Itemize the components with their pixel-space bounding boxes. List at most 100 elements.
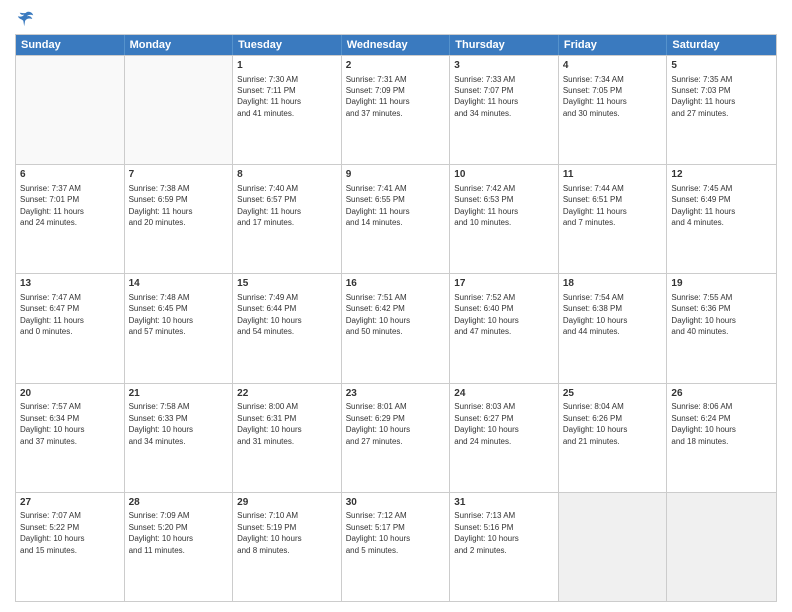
calendar-cell-3-4: 16 Sunrise: 7:51 AM Sunset: 6:42 PM Dayli… (342, 274, 451, 382)
calendar-header-saturday: Saturday (667, 35, 776, 55)
calendar-cell-1-4: 2 Sunrise: 7:31 AM Sunset: 7:09 PM Daylig… (342, 56, 451, 164)
day-info: Sunrise: 7:57 AM Sunset: 6:34 PM Dayligh… (20, 402, 84, 445)
day-info: Sunrise: 8:00 AM Sunset: 6:31 PM Dayligh… (237, 402, 301, 445)
calendar-cell-2-1: 6 Sunrise: 7:37 AM Sunset: 7:01 PM Daylig… (16, 165, 125, 273)
calendar-week-5: 27Sunrise: 7:07 AM Sunset: 5:22 PM Dayli… (16, 492, 776, 601)
calendar-cell-2-4: 9Sunrise: 7:41 AM Sunset: 6:55 PM Daylig… (342, 165, 451, 273)
day-number: 7 (129, 168, 229, 182)
day-info: Sunrise: 7:12 AM Sunset: 5:17 PM Dayligh… (346, 511, 410, 554)
day-number: 29 (237, 496, 337, 510)
calendar-cell-4-2: 21Sunrise: 7:58 AM Sunset: 6:33 PM Dayli… (125, 384, 234, 492)
calendar-cell-5-6 (559, 493, 668, 601)
day-info: Sunrise: 7:49 AM Sunset: 6:44 PM Dayligh… (237, 293, 301, 336)
day-info: Sunrise: 7:45 AM Sunset: 6:49 PM Dayligh… (671, 184, 735, 227)
day-info: Sunrise: 7:42 AM Sunset: 6:53 PM Dayligh… (454, 184, 518, 227)
day-number: 31 (454, 496, 554, 510)
calendar-cell-3-1: 13 Sunrise: 7:47 AM Sunset: 6:47 PM Dayli… (16, 274, 125, 382)
calendar-cell-4-1: 20Sunrise: 7:57 AM Sunset: 6:34 PM Dayli… (16, 384, 125, 492)
calendar-header-sunday: Sunday (16, 35, 125, 55)
calendar-cell-4-5: 24Sunrise: 8:03 AM Sunset: 6:27 PM Dayli… (450, 384, 559, 492)
day-number: 21 (129, 387, 229, 401)
day-number: 16 (346, 277, 446, 291)
day-info: Sunrise: 7:37 AM Sunset: 7:01 PM Dayligh… (20, 184, 84, 227)
day-info: Sunrise: 8:06 AM Sunset: 6:24 PM Dayligh… (671, 402, 735, 445)
calendar-cell-5-3: 29Sunrise: 7:10 AM Sunset: 5:19 PM Dayli… (233, 493, 342, 601)
calendar-body: 1 Sunrise: 7:30 AM Sunset: 7:11 PM Daylig… (16, 55, 776, 601)
day-info: Sunrise: 7:07 AM Sunset: 5:22 PM Dayligh… (20, 511, 84, 554)
day-info: Sunrise: 7:44 AM Sunset: 6:51 PM Dayligh… (563, 184, 627, 227)
day-number: 11 (563, 168, 663, 182)
day-number: 1 (237, 59, 337, 73)
logo (15, 10, 35, 28)
calendar-cell-3-3: 15 Sunrise: 7:49 AM Sunset: 6:44 PM Dayli… (233, 274, 342, 382)
day-info: Sunrise: 7:09 AM Sunset: 5:20 PM Dayligh… (129, 511, 193, 554)
day-number: 26 (671, 387, 772, 401)
day-number: 2 (346, 59, 446, 73)
logo-bird-icon (17, 10, 35, 28)
day-info: Sunrise: 7:13 AM Sunset: 5:16 PM Dayligh… (454, 511, 518, 554)
day-info: Sunrise: 7:40 AM Sunset: 6:57 PM Dayligh… (237, 184, 301, 227)
day-number: 9 (346, 168, 446, 182)
header (15, 10, 777, 28)
calendar-header-friday: Friday (559, 35, 668, 55)
calendar-cell-5-5: 31Sunrise: 7:13 AM Sunset: 5:16 PM Dayli… (450, 493, 559, 601)
calendar-cell-5-2: 28Sunrise: 7:09 AM Sunset: 5:20 PM Dayli… (125, 493, 234, 601)
calendar-week-1: 1 Sunrise: 7:30 AM Sunset: 7:11 PM Daylig… (16, 55, 776, 164)
day-info: Sunrise: 8:04 AM Sunset: 6:26 PM Dayligh… (563, 402, 627, 445)
calendar-cell-2-2: 7 Sunrise: 7:38 AM Sunset: 6:59 PM Daylig… (125, 165, 234, 273)
day-number: 22 (237, 387, 337, 401)
day-info: Sunrise: 7:34 AM Sunset: 7:05 PM Dayligh… (563, 75, 627, 118)
calendar-cell-5-1: 27Sunrise: 7:07 AM Sunset: 5:22 PM Dayli… (16, 493, 125, 601)
day-number: 13 (20, 277, 120, 291)
calendar-page: SundayMondayTuesdayWednesdayThursdayFrid… (0, 0, 792, 612)
day-number: 20 (20, 387, 120, 401)
day-number: 5 (671, 59, 772, 73)
day-number: 17 (454, 277, 554, 291)
day-info: Sunrise: 7:33 AM Sunset: 7:07 PM Dayligh… (454, 75, 518, 118)
calendar-cell-4-3: 22Sunrise: 8:00 AM Sunset: 6:31 PM Dayli… (233, 384, 342, 492)
calendar-cell-5-7 (667, 493, 776, 601)
day-number: 19 (671, 277, 772, 291)
day-info: Sunrise: 7:54 AM Sunset: 6:38 PM Dayligh… (563, 293, 627, 336)
day-number: 15 (237, 277, 337, 291)
calendar-week-4: 20Sunrise: 7:57 AM Sunset: 6:34 PM Dayli… (16, 383, 776, 492)
calendar-header-monday: Monday (125, 35, 234, 55)
day-number: 24 (454, 387, 554, 401)
calendar-cell-1-2 (125, 56, 234, 164)
day-number: 14 (129, 277, 229, 291)
day-number: 23 (346, 387, 446, 401)
calendar-cell-1-7: 5 Sunrise: 7:35 AM Sunset: 7:03 PM Daylig… (667, 56, 776, 164)
day-number: 18 (563, 277, 663, 291)
day-number: 12 (671, 168, 772, 182)
calendar-cell-3-2: 14 Sunrise: 7:48 AM Sunset: 6:45 PM Dayli… (125, 274, 234, 382)
day-info: Sunrise: 7:51 AM Sunset: 6:42 PM Dayligh… (346, 293, 410, 336)
day-number: 27 (20, 496, 120, 510)
calendar-week-3: 13 Sunrise: 7:47 AM Sunset: 6:47 PM Dayli… (16, 273, 776, 382)
day-number: 25 (563, 387, 663, 401)
day-number: 4 (563, 59, 663, 73)
day-info: Sunrise: 7:30 AM Sunset: 7:11 PM Dayligh… (237, 75, 301, 118)
calendar-header-tuesday: Tuesday (233, 35, 342, 55)
day-info: Sunrise: 8:01 AM Sunset: 6:29 PM Dayligh… (346, 402, 410, 445)
day-number: 8 (237, 168, 337, 182)
calendar-cell-1-6: 4 Sunrise: 7:34 AM Sunset: 7:05 PM Daylig… (559, 56, 668, 164)
day-info: Sunrise: 7:35 AM Sunset: 7:03 PM Dayligh… (671, 75, 735, 118)
day-info: Sunrise: 7:10 AM Sunset: 5:19 PM Dayligh… (237, 511, 301, 554)
calendar-cell-2-5: 10Sunrise: 7:42 AM Sunset: 6:53 PM Dayli… (450, 165, 559, 273)
calendar-cell-4-4: 23Sunrise: 8:01 AM Sunset: 6:29 PM Dayli… (342, 384, 451, 492)
day-number: 6 (20, 168, 120, 182)
day-info: Sunrise: 7:48 AM Sunset: 6:45 PM Dayligh… (129, 293, 193, 336)
calendar-cell-3-6: 18 Sunrise: 7:54 AM Sunset: 6:38 PM Dayli… (559, 274, 668, 382)
day-number: 28 (129, 496, 229, 510)
calendar-cell-2-7: 12 Sunrise: 7:45 AM Sunset: 6:49 PM Dayli… (667, 165, 776, 273)
day-number: 3 (454, 59, 554, 73)
calendar-cell-1-5: 3 Sunrise: 7:33 AM Sunset: 7:07 PM Daylig… (450, 56, 559, 164)
day-info: Sunrise: 7:31 AM Sunset: 7:09 PM Dayligh… (346, 75, 410, 118)
calendar-header-row: SundayMondayTuesdayWednesdayThursdayFrid… (16, 35, 776, 55)
calendar-header-wednesday: Wednesday (342, 35, 451, 55)
calendar-cell-4-7: 26Sunrise: 8:06 AM Sunset: 6:24 PM Dayli… (667, 384, 776, 492)
day-info: Sunrise: 7:38 AM Sunset: 6:59 PM Dayligh… (129, 184, 193, 227)
calendar-cell-2-6: 11 Sunrise: 7:44 AM Sunset: 6:51 PM Dayli… (559, 165, 668, 273)
day-info: Sunrise: 7:47 AM Sunset: 6:47 PM Dayligh… (20, 293, 84, 336)
calendar-cell-4-6: 25Sunrise: 8:04 AM Sunset: 6:26 PM Dayli… (559, 384, 668, 492)
